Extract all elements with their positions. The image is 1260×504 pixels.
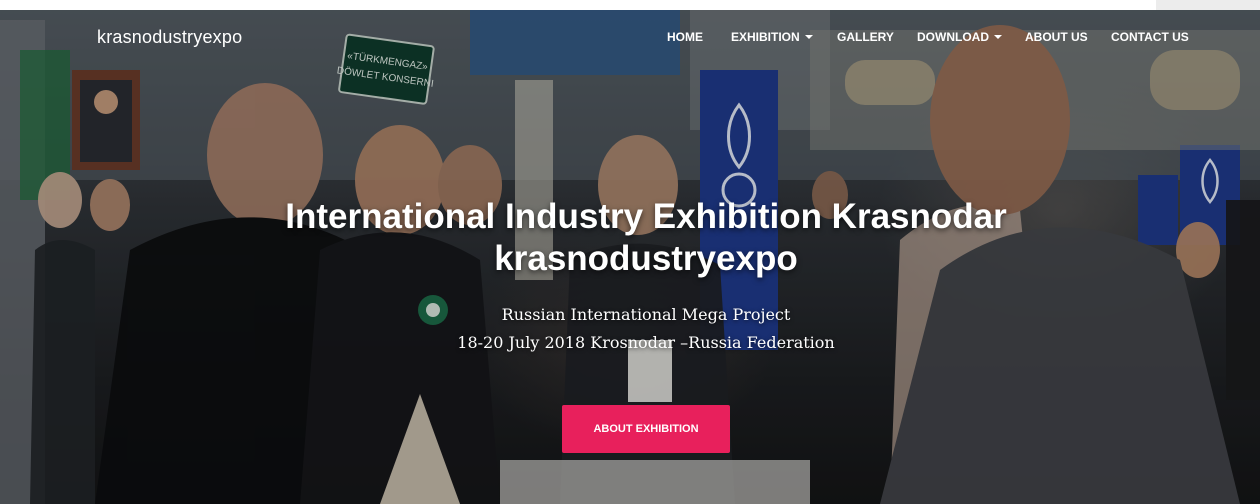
nav-item-about-us[interactable]: ABOUT US xyxy=(1025,30,1088,44)
nav-item-gallery[interactable]: GALLERY xyxy=(837,30,894,44)
chevron-down-icon xyxy=(804,35,813,39)
nav-item-exhibition[interactable]: EXHIBITION xyxy=(731,30,813,44)
about-exhibition-button[interactable]: ABOUT EXHIBITION xyxy=(562,405,730,453)
nav-exhibition-label: EXHIBITION xyxy=(731,30,800,44)
hero-title: International Industry Exhibition Krasno… xyxy=(0,196,1260,280)
nav-item-home[interactable]: HOME xyxy=(667,30,703,44)
hero-subtitle-2: 18-20 July 2018 Krosnodar –Russia Federa… xyxy=(457,333,835,352)
brand-logo[interactable]: krasnodustryexpo xyxy=(97,27,242,48)
hero-title-line-2: krasnodustryexpo xyxy=(494,239,798,278)
nav-home-label: HOME xyxy=(667,30,703,44)
nav-item-download[interactable]: DOWNLOAD xyxy=(917,30,1002,44)
nav-item-contact-us[interactable]: CONTACT US xyxy=(1111,30,1189,44)
hero-subtitle-1: Russian International Mega Project xyxy=(501,305,791,324)
nav-about-us-label: ABOUT US xyxy=(1025,30,1088,44)
top-edge-strip xyxy=(1156,0,1260,10)
hero-title-line-1: International Industry Exhibition Krasno… xyxy=(285,197,1007,236)
nav-download-label: DOWNLOAD xyxy=(917,30,989,44)
nav-gallery-label: GALLERY xyxy=(837,30,894,44)
nav-contact-us-label: CONTACT US xyxy=(1111,30,1189,44)
chevron-down-icon xyxy=(994,35,1002,39)
